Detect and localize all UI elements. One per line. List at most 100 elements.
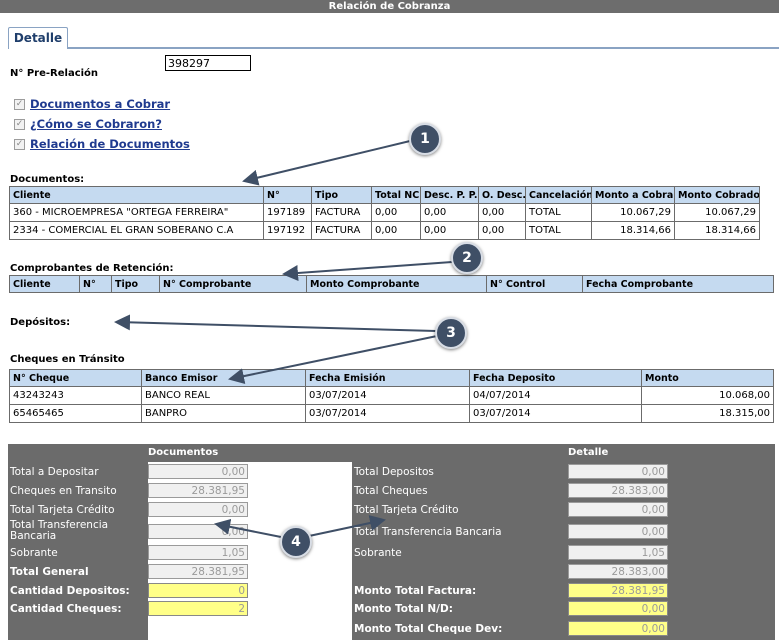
link-relacion-de-documentos[interactable]: Relación de Documentos: [30, 137, 190, 151]
documentos-table: Cliente N° Tipo Total NC Desc. P. P. O. …: [9, 186, 760, 240]
summary-field-total-depositos[interactable]: 0,00: [568, 464, 668, 479]
summary-label: Sobrante: [354, 547, 402, 559]
cell-cancelacion: TOTAL: [525, 221, 592, 240]
cell-desc-pp: 0,00: [420, 221, 479, 240]
summary-field-monto-total-factura[interactable]: 28.381,95: [568, 583, 668, 598]
summary-field-cantidad-depositos[interactable]: 0: [148, 583, 248, 598]
summary-field-cantidad-cheques[interactable]: 2: [148, 601, 248, 616]
summary-left-header: Documentos: [148, 447, 219, 458]
summary-label: Cantidad Cheques:: [10, 603, 122, 615]
cheques-header-row: N° Cheque Banco Emisor Fecha Emisión Fec…: [9, 369, 774, 387]
summary-field-total-a-depositar[interactable]: 0,00: [148, 464, 248, 479]
column-header: N°: [79, 275, 112, 293]
cell-fecha-emision: 03/07/2014: [305, 404, 470, 423]
documentos-title: Documentos:: [10, 174, 85, 185]
cell-monto: 18.315,00: [641, 404, 774, 423]
link-como-se-cobraron[interactable]: ¿Cómo se Cobraron?: [30, 117, 162, 131]
summary-right-header: Detalle: [568, 447, 609, 458]
summary-label: Total Tarjeta Crédito: [10, 504, 115, 516]
summary-label: Total Tarjeta Crédito: [354, 504, 459, 516]
column-header: Banco Emisor: [141, 369, 306, 387]
cheques-table: N° Cheque Banco Emisor Fecha Emisión Fec…: [9, 369, 774, 423]
summary-label: Monto Total N/D:: [354, 603, 453, 615]
column-header: Tipo: [111, 275, 160, 293]
cell-tipo: FACTURA: [311, 221, 372, 240]
summary-field-total-transferencia-detalle[interactable]: 0,00: [568, 524, 668, 539]
cell-monto: 10.068,00: [641, 386, 774, 405]
summary-label: Total Cheques: [354, 485, 428, 497]
summary-field-sobrante-detalle[interactable]: 1,05: [568, 545, 668, 560]
prerelacion-input[interactable]: 398297: [165, 55, 251, 71]
summary-label: Total a Depositar: [10, 466, 99, 478]
column-header: Cancelación: [525, 186, 592, 204]
cell-cliente: 2334 - COMERCIAL EL GRAN SOBERANO C.A: [9, 221, 264, 240]
summary-field-total-tarjeta-credito[interactable]: 0,00: [148, 502, 248, 517]
checkmark-icon: ✓: [15, 99, 24, 109]
column-header: Monto Comprobante: [306, 275, 487, 293]
checkbox-como-se-cobraron[interactable]: ✓: [14, 119, 25, 130]
cell-o-desc: 0,00: [478, 203, 526, 222]
column-header: Monto: [641, 369, 774, 387]
summary-field-total-detalle[interactable]: 28.383,00: [568, 564, 668, 579]
cell-banco-emisor: BANCO REAL: [141, 386, 306, 405]
cell-cliente: 360 - MICROEMPRESA "ORTEGA FERREIRA": [9, 203, 264, 222]
table-row[interactable]: 2334 - COMERCIAL EL GRAN SOBERANO C.A 19…: [9, 221, 760, 240]
table-row[interactable]: 65465465 BANPRO 03/07/2014 03/07/2014 18…: [9, 404, 774, 423]
column-header: Monto a Cobrar: [591, 186, 675, 204]
cell-numero: 197189: [263, 203, 312, 222]
summary-field-sobrante[interactable]: 1,05: [148, 545, 248, 560]
cell-fecha-emision: 03/07/2014: [305, 386, 470, 405]
cell-desc-pp: 0,00: [420, 203, 479, 222]
summary-label: Monto Total Cheque Dev:: [354, 623, 503, 635]
checkmark-icon: ✓: [15, 119, 24, 129]
cell-numero-cheque: 43243243: [9, 386, 142, 405]
checkmark-icon: ✓: [15, 139, 24, 149]
summary-field-total-general[interactable]: 28.381,95: [148, 564, 248, 579]
summary-field-monto-total-nd[interactable]: 0,00: [568, 601, 668, 616]
table-row[interactable]: 43243243 BANCO REAL 03/07/2014 04/07/201…: [9, 386, 774, 405]
cell-fecha-deposito: 04/07/2014: [469, 386, 642, 405]
summary-field-total-tarjeta-credito-detalle[interactable]: 0,00: [568, 502, 668, 517]
summary-field-cheques-en-transito[interactable]: 28.381,95: [148, 483, 248, 498]
column-header: N° Control: [486, 275, 583, 293]
cheques-title: Cheques en Tránsito: [10, 354, 125, 365]
summary-label: Sobrante: [10, 547, 58, 559]
cell-monto-a-cobrar: 10.067,29: [591, 203, 675, 222]
depositos-title: Depósitos:: [10, 317, 71, 328]
summary-field-total-transferencia[interactable]: 0,00: [148, 524, 248, 539]
summary-field-monto-total-cheque-dev[interactable]: 0,00: [568, 621, 668, 636]
prerelacion-label: N° Pre-Relación: [10, 68, 99, 79]
callout-marker-1: 1: [409, 123, 441, 155]
checkbox-relacion-de-documentos[interactable]: ✓: [14, 139, 25, 150]
callout-marker-4: 4: [280, 526, 312, 558]
column-header: Total NC: [371, 186, 421, 204]
checkbox-documentos-a-cobrar[interactable]: ✓: [14, 99, 25, 110]
link-documentos-a-cobrar[interactable]: Documentos a Cobrar: [30, 97, 170, 111]
column-header: Monto Cobrado: [674, 186, 760, 204]
cell-total-nc: 0,00: [371, 221, 421, 240]
cell-tipo: FACTURA: [311, 203, 372, 222]
summary-label: Total Transferencia Bancaria: [10, 519, 109, 542]
summary-label: Total Transferencia Bancaria: [354, 526, 502, 538]
table-row[interactable]: 360 - MICROEMPRESA "ORTEGA FERREIRA" 197…: [9, 203, 760, 222]
summary-label: Cantidad Depositos:: [10, 585, 130, 597]
cell-total-nc: 0,00: [371, 203, 421, 222]
tab-detalle[interactable]: Detalle: [8, 27, 68, 49]
column-header: N° Cheque: [9, 369, 142, 387]
summary-label: Total Depositos: [354, 466, 434, 478]
column-header: Cliente: [9, 275, 80, 293]
documentos-header-row: Cliente N° Tipo Total NC Desc. P. P. O. …: [9, 186, 760, 204]
column-header: N° Comprobante: [159, 275, 307, 293]
cell-monto-cobrado: 10.067,29: [674, 203, 760, 222]
cell-fecha-deposito: 03/07/2014: [469, 404, 642, 423]
callout-marker-3: 3: [435, 317, 467, 349]
cell-monto-a-cobrar: 18.314,66: [591, 221, 675, 240]
tab-strip-line: [8, 47, 779, 49]
summary-field-total-cheques[interactable]: 28.383,00: [568, 483, 668, 498]
cell-monto-cobrado: 18.314,66: [674, 221, 760, 240]
retencion-title: Comprobantes de Retención:: [10, 263, 174, 274]
cell-o-desc: 0,00: [478, 221, 526, 240]
cell-numero: 197192: [263, 221, 312, 240]
column-header: Tipo: [311, 186, 372, 204]
summary-label: Monto Total Factura:: [354, 585, 477, 597]
